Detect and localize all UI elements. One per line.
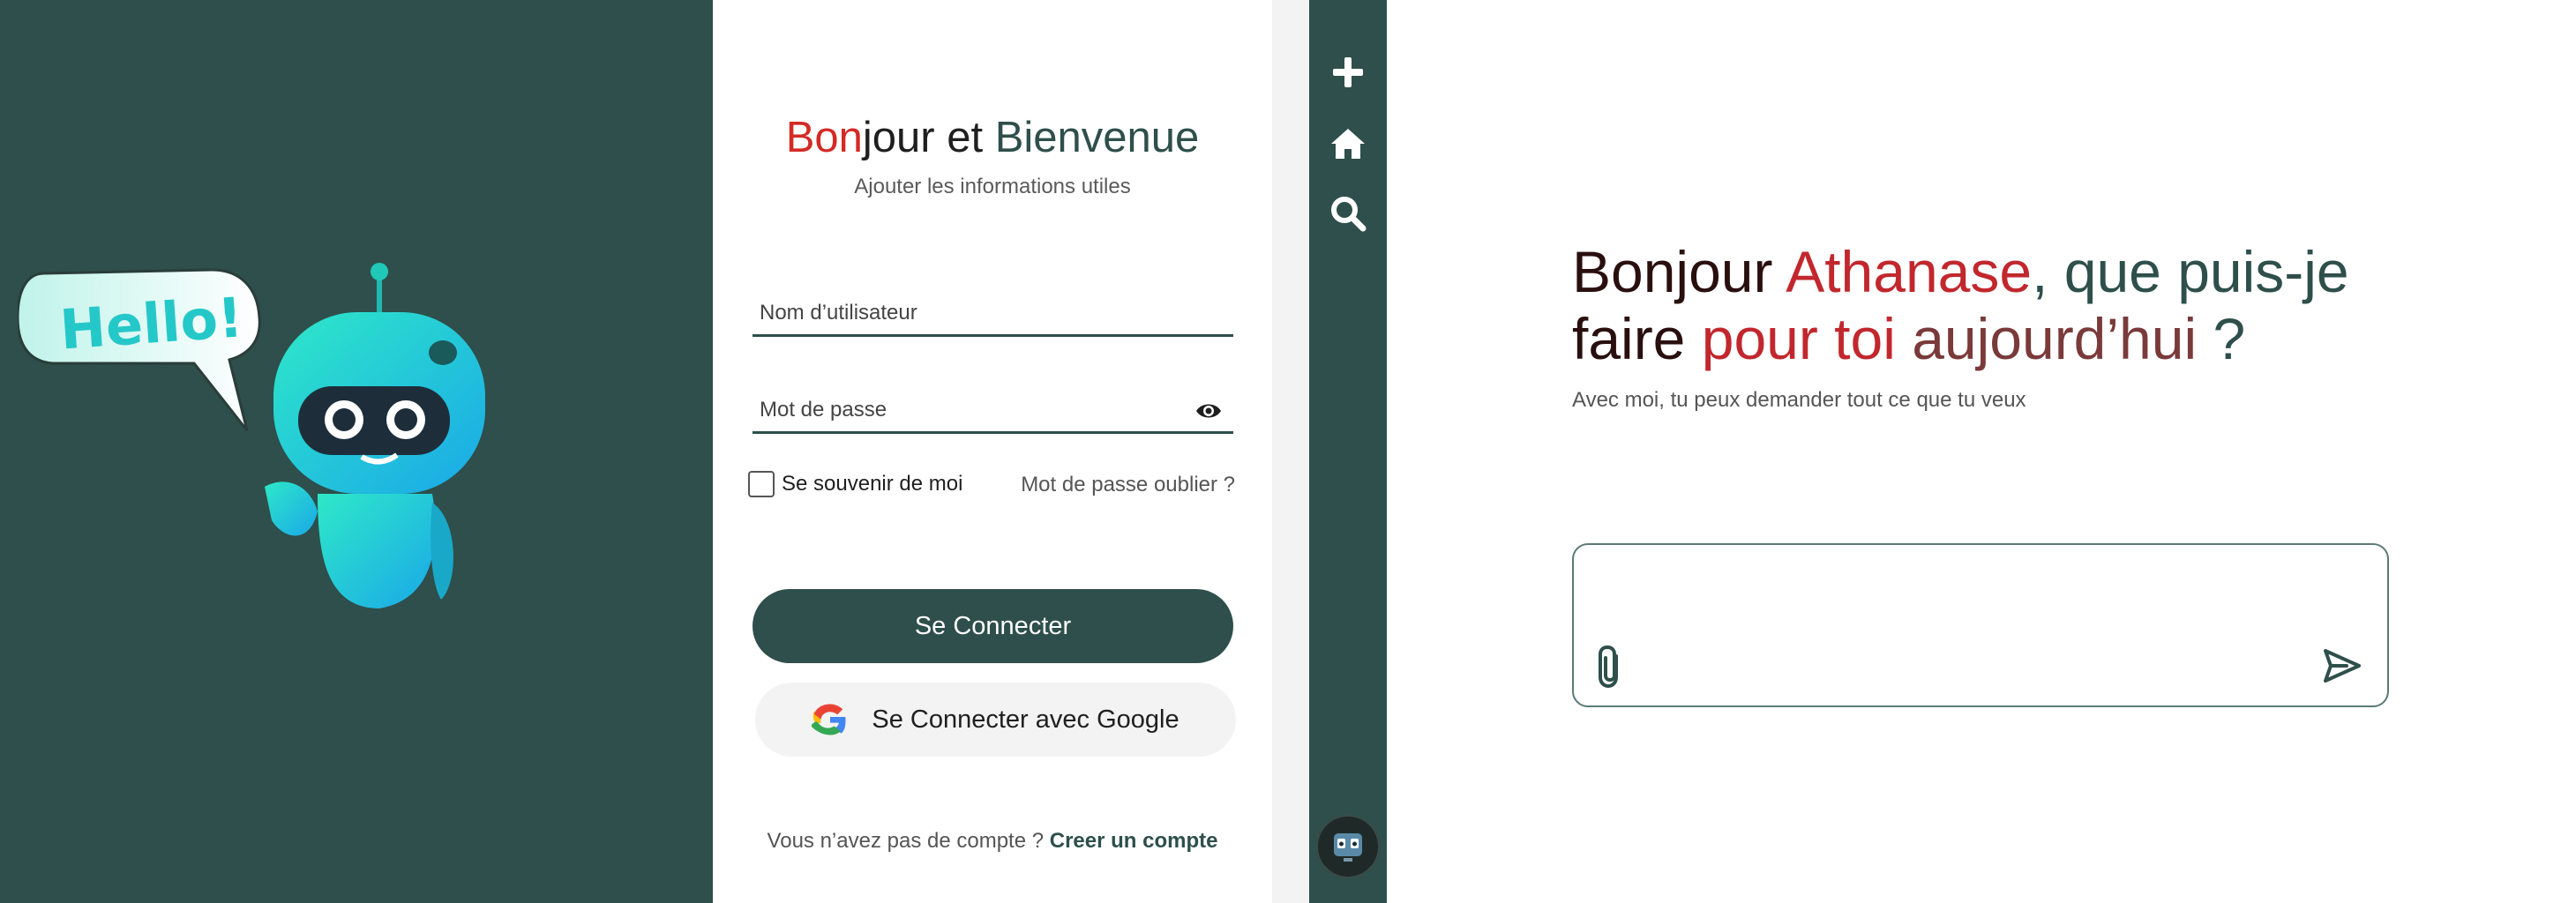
robot-hello-illustration: Hello! [18,263,485,608]
password-field-wrapper [753,388,1233,434]
login-title: Bonjour et Bienvenue [785,114,1200,161]
google-connect-button[interactable]: Se Connecter avec Google [755,683,1236,757]
remember-me[interactable]: Se souvenir de moi [748,471,962,497]
login-card: Bonjour et Bienvenue Ajouter les informa… [713,0,1272,903]
user-avatar[interactable] [1316,815,1380,878]
sidebar [1309,0,1387,903]
connect-button[interactable]: Se Connecter [753,589,1233,663]
prompt-box [1572,543,2389,707]
google-connect-label: Se Connecter avec Google [872,705,1179,734]
connect-button-label: Se Connecter [914,611,1072,640]
search-button[interactable] [1327,192,1369,235]
google-icon [812,704,846,735]
plus-icon [1333,57,1363,87]
username-field-wrapper [753,291,1233,337]
search-icon [1331,197,1367,232]
eye-icon[interactable] [1194,400,1223,422]
prompt-input[interactable] [1591,559,2368,647]
home-icon [1331,129,1365,159]
illustration-panel: Hello! [0,0,713,903]
remember-me-label: Se souvenir de moi [782,472,963,496]
send-icon[interactable] [2322,647,2363,684]
no-account-text: Vous n’avez pas de compte ? [767,829,1050,853]
chat-greeting: Bonjour Athanase, que puis-je faire pour… [1572,239,2349,371]
chat-main: Bonjour Athanase, que puis-je faire pour… [1387,0,2576,903]
home-button[interactable] [1327,123,1369,165]
paperclip-icon[interactable] [1593,644,1629,690]
chat-subtitle: Avec moi, tu peux demander tout ce que t… [1572,388,2026,412]
username-input[interactable] [753,291,1233,334]
robot-avatar-icon [1334,833,1362,862]
login-subtitle: Ajouter les informations utiles [854,175,1131,198]
remember-me-checkbox[interactable] [748,471,775,497]
forgot-password-link[interactable]: Mot de passe oublier ? [1021,473,1235,497]
panel-gap [1272,0,1309,903]
new-chat-button[interactable] [1327,51,1369,93]
password-input[interactable] [753,388,1233,431]
bubble-text: Hello! [58,285,245,362]
create-account-link[interactable]: Creer un compte [1050,829,1218,853]
signup-line: Vous n’avez pas de compte ? Creer un com… [713,829,1272,854]
